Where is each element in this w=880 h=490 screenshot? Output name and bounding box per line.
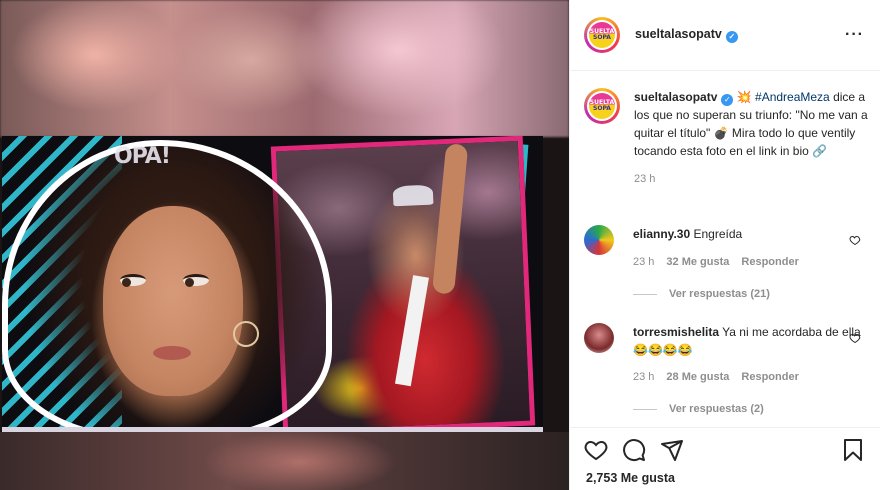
comment-like-heart-icon[interactable] xyxy=(849,332,861,344)
lips xyxy=(153,346,191,360)
view-replies-link[interactable]: Ver respuestas (2) xyxy=(633,403,764,415)
caption-time[interactable]: 23 h xyxy=(634,170,655,188)
caption-avatar-inner: SUELTA SOPA xyxy=(587,91,617,121)
reply-button[interactable]: Responder xyxy=(741,368,798,386)
caption-text-block: sueltalasopatv ✓ 💥 #AndreaMeza dice a los… xyxy=(634,88,869,160)
avatar[interactable]: SUELTA SOPA xyxy=(584,17,620,53)
more-options-icon[interactable]: ··· xyxy=(845,26,864,44)
post-actions-bar: 2,753 Me gusta xyxy=(570,427,880,490)
hoop-earring xyxy=(233,321,259,347)
comment-row: elianny.30 Engreída 23 h 32 Me gusta Res… xyxy=(584,225,868,271)
post-image: OPA! xyxy=(2,136,543,432)
account-logo: SUELTA SOPA xyxy=(589,22,615,48)
caption-username[interactable]: sueltalasopatv xyxy=(634,90,717,104)
right-eye xyxy=(183,274,209,287)
comment-body: torresmishelita Ya ni me acordaba de ell… xyxy=(633,323,868,386)
header-username-link[interactable]: sueltalasopatv ✓ xyxy=(635,27,738,43)
likes-count[interactable]: 2,753 Me gusta xyxy=(586,471,675,485)
comment-like-heart-icon[interactable] xyxy=(849,234,861,246)
burst-emoji: 💥 xyxy=(736,90,752,104)
hashtag-link[interactable]: #AndreaMeza xyxy=(755,90,830,104)
heart-icon[interactable] xyxy=(584,438,608,462)
comment-time[interactable]: 23 h xyxy=(633,368,654,386)
comment-row: torresmishelita Ya ni me acordaba de ell… xyxy=(584,323,868,386)
comment-meta: 23 h 28 Me gusta Responder xyxy=(633,368,868,386)
comment-text-block: elianny.30 Engreída xyxy=(633,225,868,243)
crown-shape xyxy=(392,184,434,207)
comment-likes[interactable]: 32 Me gusta xyxy=(666,253,729,271)
comment-meta: 23 h 32 Me gusta Responder xyxy=(633,253,868,271)
share-icon[interactable] xyxy=(660,438,684,462)
show-logo-watermark: OPA! xyxy=(114,144,171,169)
caption-body: sueltalasopatv ✓ 💥 #AndreaMeza dice a los… xyxy=(634,88,869,188)
post-media[interactable]: OPA! xyxy=(0,0,569,490)
blurred-background-top xyxy=(0,0,569,137)
caption-verified-badge-icon: ✓ xyxy=(721,94,734,106)
post-header: SUELTA SOPA sueltalasopatv ✓ ··· xyxy=(570,0,880,71)
action-icons xyxy=(584,438,684,462)
avatar-inner: SUELTA SOPA xyxy=(587,20,617,50)
comment-body: elianny.30 Engreída 23 h 32 Me gusta Res… xyxy=(633,225,868,271)
comment-text-block: torresmishelita Ya ni me acordaba de ell… xyxy=(633,323,868,359)
comment-text: Engreída xyxy=(693,227,743,241)
bookmark-icon[interactable] xyxy=(841,438,865,462)
caption-avatar[interactable]: SUELTA SOPA xyxy=(584,88,620,124)
caption-meta: 23 h xyxy=(634,170,869,188)
logo-text-bottom: SOPA xyxy=(593,34,611,41)
left-eye xyxy=(120,274,146,287)
view-replies-label[interactable]: Ver respuestas (2) xyxy=(669,403,764,415)
caption-logo-text-bottom: SOPA xyxy=(593,105,611,112)
reply-button[interactable]: Responder xyxy=(741,253,798,271)
commenter-avatar[interactable] xyxy=(584,225,614,255)
view-replies-link[interactable]: Ver respuestas (21) xyxy=(633,288,770,300)
comment-username[interactable]: elianny.30 xyxy=(633,227,690,241)
comment-username[interactable]: torresmishelita xyxy=(633,325,719,339)
view-replies-label[interactable]: Ver respuestas (21) xyxy=(669,288,770,300)
post-side-panel: SUELTA SOPA sueltalasopatv ✓ ··· SUELTA S… xyxy=(569,0,880,490)
caption-row: SUELTA SOPA sueltalasopatv ✓ 💥 #AndreaMez… xyxy=(584,88,869,188)
comments-list[interactable]: SUELTA SOPA sueltalasopatv ✓ 💥 #AndreaMez… xyxy=(570,72,880,427)
comment-likes[interactable]: 28 Me gusta xyxy=(666,368,729,386)
header-username[interactable]: sueltalasopatv xyxy=(635,27,722,41)
caption-account-logo: SUELTA SOPA xyxy=(589,93,615,119)
commenter-avatar[interactable] xyxy=(584,323,614,353)
verified-badge-icon: ✓ xyxy=(725,30,738,43)
comment-icon[interactable] xyxy=(622,438,646,462)
instagram-post-modal: OPA! SUELTA SOPA sueltalasopatv ✓ ··· SU… xyxy=(0,0,880,490)
blurred-background-bottom xyxy=(0,432,569,490)
woman-face xyxy=(103,206,243,396)
comment-time[interactable]: 23 h xyxy=(633,253,654,271)
image-bottom-border xyxy=(2,427,543,432)
